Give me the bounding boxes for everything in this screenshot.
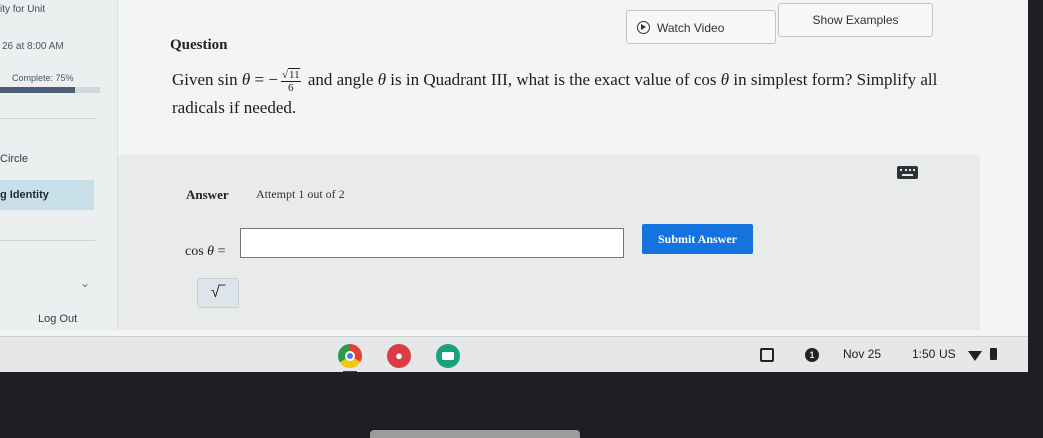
sidebar-divider <box>0 118 95 119</box>
fraction: √11 6 <box>280 67 301 94</box>
answer-input[interactable] <box>240 228 624 258</box>
sidebar-item-identity[interactable]: g Identity <box>0 180 94 210</box>
equals-sign: = <box>214 244 226 259</box>
theta-symbol: θ <box>241 70 251 89</box>
progress-bar <box>0 87 100 93</box>
keyboard-icon[interactable] <box>897 166 918 179</box>
taskbar-time[interactable]: 1:50 <box>912 347 935 361</box>
sidebar-item-circle[interactable]: Circle <box>0 153 28 165</box>
cos-function: cos <box>693 70 717 89</box>
question-text-part: is in Quadrant III, what is the exact va… <box>386 70 694 89</box>
radicand: 11 <box>287 67 300 81</box>
battery-icon[interactable] <box>990 348 997 360</box>
theta-symbol: θ <box>720 70 730 89</box>
input-method[interactable]: US <box>939 347 956 361</box>
submit-answer-button[interactable]: Submit Answer <box>642 224 753 254</box>
chevron-down-icon[interactable]: ⌄ <box>80 276 90 290</box>
fraction-denominator: 6 <box>288 81 294 94</box>
taskbar: ● 1 Nov 25 1:50 US <box>0 336 1028 372</box>
sidebar: ity for Unit 26 at 8:00 AM Complete: 75%… <box>0 0 118 330</box>
attempt-counter: Attempt 1 out of 2 <box>256 187 345 201</box>
app-icon[interactable]: ● <box>387 344 411 368</box>
sqrt-button[interactable]: √‾ <box>197 278 239 308</box>
sidebar-item-label: g Identity <box>0 189 49 201</box>
watch-video-button[interactable]: Watch Video <box>626 10 776 44</box>
show-examples-button[interactable]: Show Examples <box>778 3 933 37</box>
answer-label: cos θ = <box>185 244 225 260</box>
classroom-icon[interactable] <box>436 344 460 368</box>
cos-function: cos <box>185 244 204 259</box>
fraction-numerator: √11 <box>280 67 301 82</box>
question-text-part: Given <box>172 70 218 89</box>
sin-function: sin <box>217 70 238 89</box>
active-app-indicator <box>343 371 357 372</box>
wifi-icon[interactable] <box>968 351 982 361</box>
progress-bar-fill <box>0 87 75 93</box>
assignment-title: ity for Unit <box>0 4 46 15</box>
due-date: 26 at 8:00 AM <box>2 41 64 52</box>
taskbar-date[interactable]: Nov 25 <box>843 347 881 361</box>
question-heading: Question <box>170 37 228 53</box>
completion-label: Complete: 75% <box>12 73 74 83</box>
logout-link[interactable]: Log Out <box>38 313 77 325</box>
answer-heading: Answer <box>186 187 229 202</box>
question-text: Given sin θ = − √11 6 and angle θ is in Qu… <box>172 66 962 121</box>
equals-negative: = − <box>250 70 278 89</box>
laptop-logo <box>370 430 580 438</box>
sidebar-divider <box>0 240 95 241</box>
play-icon <box>637 21 650 34</box>
screenshot-icon[interactable] <box>760 348 774 362</box>
screen: ity for Unit 26 at 8:00 AM Complete: 75%… <box>0 0 1028 372</box>
chrome-icon[interactable] <box>338 344 362 368</box>
watch-video-label: Watch Video <box>657 21 725 35</box>
theta-symbol: θ <box>377 70 387 89</box>
notification-badge[interactable]: 1 <box>805 348 819 362</box>
question-text-part: and angle <box>303 70 378 89</box>
